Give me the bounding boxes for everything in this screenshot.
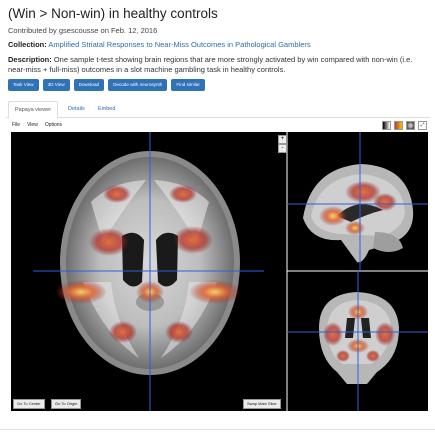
description-label: Description: (8, 55, 52, 64)
papaya-viewer[interactable]: + - Go To Center Go To Origin Swap Main … (11, 132, 428, 411)
action-buttons: Task View 3D View Download Decode with n… (8, 79, 205, 91)
description-text: One sample t-test showing brain regions … (8, 55, 413, 74)
decode-neurosynth-button[interactable]: Decode with neurosynth (108, 79, 168, 91)
description: Description: One sample t-test showing b… (8, 55, 428, 75)
viewer-toolbar: ⤢ (382, 121, 427, 130)
tab-papaya-viewer[interactable]: Papaya viewer (8, 101, 59, 119)
menu-file[interactable]: File (12, 122, 20, 128)
page-title: (Win > Non-win) in healthy controls (8, 6, 218, 21)
task-view-button[interactable]: Task View (8, 79, 39, 91)
zoom-out-button[interactable]: - (278, 144, 287, 153)
tab-embed[interactable]: Embed (92, 101, 121, 117)
tab-bar: Papaya viewer Details Embed (6, 101, 430, 119)
zoom-in-button[interactable]: + (278, 135, 287, 144)
go-to-center-button[interactable]: Go To Center (13, 399, 45, 409)
collection-link[interactable]: Amplified Striatal Responses to Near-Mis… (48, 40, 310, 49)
find-similar-button[interactable]: Find similar (171, 79, 205, 91)
tab-details[interactable]: Details (62, 101, 91, 117)
surface-icon[interactable] (406, 121, 415, 130)
menu-options[interactable]: Options (45, 122, 62, 128)
grayscale-icon[interactable] (382, 121, 391, 130)
swap-main-slice-button[interactable]: Swap Main Slice (243, 399, 281, 409)
colormap-icon[interactable] (394, 121, 403, 130)
expand-icon[interactable]: ⤢ (418, 121, 427, 130)
viewer-menubar: File View Options (12, 122, 62, 128)
divider (0, 429, 435, 430)
brain-views (33, 132, 428, 411)
collection-line: Collection: Amplified Striatal Responses… (8, 40, 311, 49)
go-to-origin-button[interactable]: Go To Origin (51, 399, 82, 409)
download-button[interactable]: Download (73, 79, 105, 91)
sagittal-slice[interactable] (287, 132, 428, 271)
3d-view-button[interactable]: 3D View (42, 79, 70, 91)
axial-slice[interactable] (33, 132, 264, 411)
collection-label: Collection: (8, 40, 47, 49)
menu-view[interactable]: View (27, 122, 38, 128)
contributor-line: Contributed by gsescousse on Feb. 12, 20… (8, 26, 158, 35)
coronal-slice[interactable] (287, 271, 428, 411)
